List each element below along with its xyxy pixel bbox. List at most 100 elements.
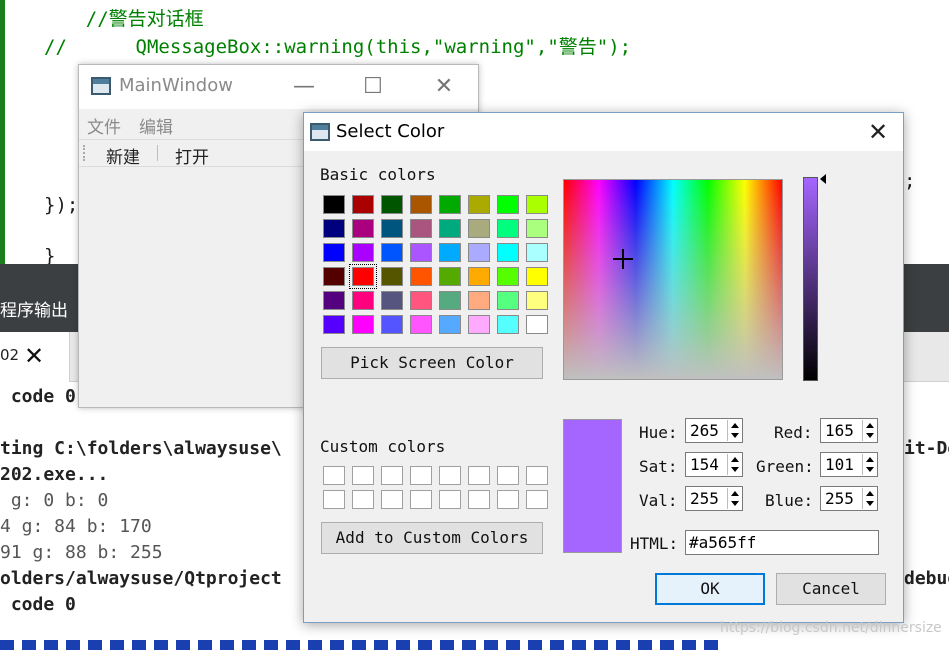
- basic-color-swatch[interactable]: [323, 243, 345, 262]
- basic-color-swatch[interactable]: [526, 195, 548, 214]
- spin-down-icon[interactable]: [866, 467, 874, 472]
- spin-up-icon[interactable]: [866, 457, 874, 462]
- basic-color-swatch[interactable]: [526, 315, 548, 334]
- add-to-custom-colors-button[interactable]: Add to Custom Colors: [321, 522, 543, 554]
- custom-color-swatch[interactable]: [526, 490, 548, 509]
- custom-color-swatch[interactable]: [439, 466, 461, 485]
- spin-up-icon[interactable]: [731, 491, 739, 496]
- custom-color-swatch[interactable]: [468, 490, 490, 509]
- custom-color-swatch[interactable]: [381, 490, 403, 509]
- basic-color-swatch[interactable]: [497, 243, 519, 262]
- spin-down-icon[interactable]: [866, 501, 874, 506]
- custom-color-swatch[interactable]: [323, 490, 345, 509]
- basic-color-swatch[interactable]: [526, 243, 548, 262]
- basic-color-swatch[interactable]: [468, 219, 490, 238]
- basic-color-swatch[interactable]: [439, 267, 461, 286]
- basic-color-swatch[interactable]: [526, 267, 548, 286]
- close-button[interactable]: ✕: [429, 73, 459, 101]
- ok-button[interactable]: OK: [655, 573, 765, 605]
- basic-color-swatch[interactable]: [323, 315, 345, 334]
- custom-color-swatch[interactable]: [526, 466, 548, 485]
- spin-arrows[interactable]: [727, 488, 741, 509]
- basic-color-swatch[interactable]: [497, 291, 519, 310]
- cancel-button[interactable]: Cancel: [776, 573, 886, 605]
- basic-color-swatch[interactable]: [381, 291, 403, 310]
- basic-color-swatch[interactable]: [468, 195, 490, 214]
- spin-up-icon[interactable]: [731, 457, 739, 462]
- basic-color-swatch[interactable]: [410, 243, 432, 262]
- basic-color-swatch[interactable]: [497, 315, 519, 334]
- spin-down-icon[interactable]: [731, 467, 739, 472]
- basic-color-swatch[interactable]: [381, 315, 403, 334]
- blue-value[interactable]: 255: [825, 489, 854, 508]
- basic-color-swatch[interactable]: [526, 219, 548, 238]
- basic-color-swatch[interactable]: [352, 291, 374, 310]
- custom-color-swatch[interactable]: [497, 490, 519, 509]
- basic-color-swatch[interactable]: [410, 267, 432, 286]
- spin-arrows[interactable]: [727, 454, 741, 475]
- custom-color-swatch[interactable]: [352, 490, 374, 509]
- hue-saturation-picker[interactable]: [563, 179, 783, 380]
- red-value[interactable]: 165: [825, 421, 854, 440]
- basic-color-swatch[interactable]: [381, 219, 403, 238]
- spin-arrows[interactable]: [862, 420, 876, 441]
- basic-color-swatch[interactable]: [468, 315, 490, 334]
- basic-color-swatch[interactable]: [352, 315, 374, 334]
- custom-color-swatch[interactable]: [497, 466, 519, 485]
- main-window-titlebar[interactable]: MainWindow — ☐ ✕: [79, 65, 478, 109]
- blue-spinbox[interactable]: 255: [820, 486, 878, 511]
- menu-edit[interactable]: 编辑: [139, 113, 173, 138]
- close-icon[interactable]: ✕: [24, 342, 44, 370]
- spin-down-icon[interactable]: [866, 433, 874, 438]
- basic-color-swatch[interactable]: [439, 219, 461, 238]
- hue-spinbox[interactable]: 265: [685, 418, 743, 443]
- basic-color-swatch[interactable]: [439, 195, 461, 214]
- val-spinbox[interactable]: 255: [685, 486, 743, 511]
- basic-color-swatch[interactable]: [381, 267, 403, 286]
- menu-file[interactable]: 文件: [87, 113, 121, 138]
- basic-color-swatch[interactable]: [323, 291, 345, 310]
- spin-down-icon[interactable]: [731, 433, 739, 438]
- pick-screen-color-button[interactable]: Pick Screen Color: [321, 347, 543, 379]
- spin-up-icon[interactable]: [866, 423, 874, 428]
- basic-color-swatch[interactable]: [497, 219, 519, 238]
- basic-color-swatch[interactable]: [410, 195, 432, 214]
- spin-arrows[interactable]: [862, 454, 876, 475]
- html-color-input[interactable]: #a565ff: [685, 530, 879, 555]
- spin-up-icon[interactable]: [731, 423, 739, 428]
- toolbar-grip[interactable]: [83, 145, 85, 161]
- value-slider-arrow-icon[interactable]: [820, 174, 826, 184]
- spin-arrows[interactable]: [862, 488, 876, 509]
- maximize-button[interactable]: ☐: [358, 73, 388, 101]
- custom-color-swatch[interactable]: [439, 490, 461, 509]
- output-tab[interactable]: 02 ✕: [0, 332, 70, 382]
- val-value[interactable]: 255: [690, 489, 719, 508]
- dialog-titlebar[interactable]: Select Color ✕: [304, 113, 903, 151]
- basic-color-swatch[interactable]: [439, 243, 461, 262]
- close-button[interactable]: ✕: [862, 117, 894, 147]
- basic-color-swatch[interactable]: [410, 315, 432, 334]
- spin-down-icon[interactable]: [731, 501, 739, 506]
- basic-color-swatch[interactable]: [439, 315, 461, 334]
- new-action[interactable]: 新建: [106, 143, 140, 168]
- value-slider[interactable]: [803, 177, 818, 381]
- basic-color-swatch[interactable]: [323, 195, 345, 214]
- basic-color-swatch[interactable]: [468, 267, 490, 286]
- custom-color-swatch[interactable]: [352, 466, 374, 485]
- custom-color-swatch[interactable]: [323, 466, 345, 485]
- spin-arrows[interactable]: [727, 420, 741, 441]
- basic-color-swatch[interactable]: [468, 291, 490, 310]
- custom-color-swatch[interactable]: [410, 490, 432, 509]
- basic-color-swatch[interactable]: [323, 219, 345, 238]
- basic-color-swatch[interactable]: [526, 291, 548, 310]
- green-spinbox[interactable]: 101: [820, 452, 878, 477]
- custom-color-swatch[interactable]: [381, 466, 403, 485]
- basic-color-swatch[interactable]: [381, 195, 403, 214]
- basic-color-swatch[interactable]: [352, 195, 374, 214]
- open-action[interactable]: 打开: [175, 143, 209, 168]
- hue-value[interactable]: 265: [690, 421, 719, 440]
- basic-color-swatch[interactable]: [410, 291, 432, 310]
- sat-spinbox[interactable]: 154: [685, 452, 743, 477]
- basic-color-swatch[interactable]: [439, 291, 461, 310]
- html-color-value[interactable]: #a565ff: [689, 533, 756, 552]
